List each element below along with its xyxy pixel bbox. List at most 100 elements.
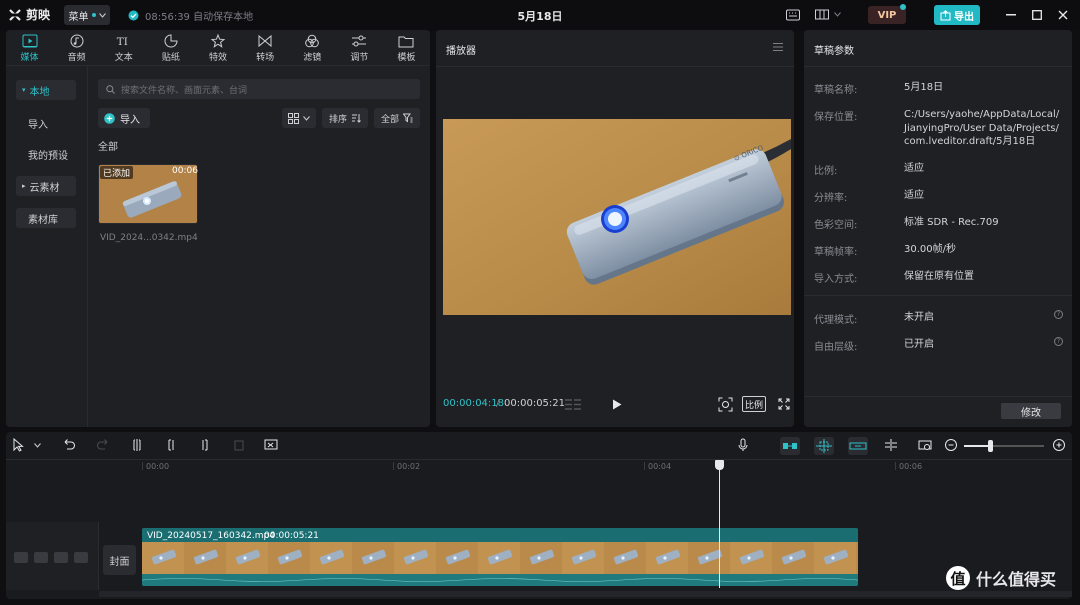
ruler-tick [895,462,896,470]
fullscreen-focus-icon[interactable] [718,397,733,412]
props-divider [804,396,1072,397]
select-cursor-icon[interactable] [12,438,26,452]
text-icon: TI [117,36,128,48]
timecode-separator: / [496,398,500,409]
tab-effects[interactable]: 特效 [194,30,241,66]
player-divider [436,66,794,67]
prop-value-ratio: 适应 [904,163,924,174]
playhead[interactable] [719,466,720,588]
hamburger-menu-icon[interactable] [772,41,784,53]
props-divider [804,66,1072,67]
split-icon[interactable] [130,438,144,452]
filter-button[interactable]: 全部 [374,108,420,128]
sidebar-item-presets[interactable]: 我的预设 [16,144,76,164]
timeline-view-icon[interactable] [564,398,582,411]
close-icon[interactable] [1058,10,1068,20]
modify-button[interactable]: 修改 [1001,403,1061,419]
template-icon [398,36,414,47]
prop-label-ratio: 比例: [814,166,838,177]
effects-icon [210,33,226,48]
tab-template[interactable]: 模板 [383,30,430,66]
tab-label: 文本 [114,52,133,63]
view-mode-button[interactable] [282,108,316,128]
prop-label-import-mode: 导入方式: [814,274,858,285]
media-tabs: 媒体 音频 TI 文本 贴纸 特效 转场 滤镜 调节 模板 [6,30,430,66]
prop-label-framerate: 草稿帧率: [814,247,858,258]
crop-screen-icon[interactable] [264,438,278,452]
fit-icon[interactable] [918,438,932,452]
menu-label: 菜单 [68,11,89,23]
save-status: 08:56:39 自动保存本地 [128,8,253,23]
microphone-icon[interactable] [736,438,750,452]
playhead-handle[interactable] [715,460,724,470]
trim-right-icon[interactable] [198,438,212,452]
layout-chevron-icon[interactable] [834,12,841,17]
timeline-scrollbar[interactable] [99,591,1072,597]
preview-axis-icon[interactable] [884,438,898,452]
prop-value-framerate: 30.00帧/秒 [904,244,956,255]
minimize-icon[interactable] [1006,14,1016,16]
transition-icon [258,34,272,47]
tab-text[interactable]: TI 文本 [100,30,147,66]
prop-value-colorspace: 标准 SDR - Rec.709 [904,217,999,228]
expand-icon[interactable] [778,398,790,410]
play-icon[interactable] [612,399,622,410]
ratio-button[interactable]: 比例 [742,396,766,412]
tab-sticker[interactable]: 贴纸 [147,30,194,66]
tab-label: 调节 [350,52,369,63]
sidebar-item-cloud[interactable]: ▸ 云素材 [16,176,76,196]
delete-icon [234,440,244,451]
video-frame-image: ⊙ ORICO [443,119,791,315]
prop-value-name: 5月18日 [904,82,944,93]
tab-media[interactable]: 媒体 [6,30,53,66]
search-input[interactable]: 搜索文件名称、画面元素、台词 [98,79,420,99]
keyboard-icon[interactable] [785,7,801,23]
draft-properties-panel: 草稿参数 草稿名称: 5月18日 保存位置: C:/Users/yaohe/Ap… [804,30,1072,427]
help-icon[interactable]: ? [1054,310,1063,319]
lock-icon[interactable] [34,552,48,563]
tab-audio[interactable]: 音频 [53,30,100,66]
watermark-text: 什么值得买 [976,570,1057,589]
tab-label: 滤镜 [303,52,322,63]
layout-icon[interactable] [814,7,830,23]
menu-button[interactable]: 菜单 [64,5,110,25]
prop-label-name: 草稿名称: [814,85,858,96]
maximize-icon[interactable] [1032,10,1042,20]
sidebar-item-import[interactable]: 导入 [16,113,76,133]
zoom-in-icon[interactable] [1052,438,1066,452]
tab-transition[interactable]: 转场 [242,30,289,66]
triangle-right-icon: ▸ [22,182,26,190]
volume-icon[interactable] [74,552,88,563]
chevron-down-icon[interactable] [34,443,41,448]
sort-icon [352,114,361,123]
linkage-icon [849,442,867,450]
ruler-label: 00:06 [899,462,923,471]
trim-left-icon[interactable] [164,438,178,452]
magnet-snap-button[interactable] [780,437,800,455]
auto-snap-button[interactable] [814,437,834,455]
undo-icon[interactable] [62,438,76,452]
sidebar-item-local[interactable]: ▾ 本地 [16,80,76,100]
cover-button[interactable]: 封面 [103,545,136,575]
chevron-down-icon [303,115,310,121]
track-video-icon[interactable] [14,552,28,563]
sidebar-item-library[interactable]: 素材库 [16,208,76,228]
tab-filter[interactable]: 滤镜 [289,30,336,66]
prop-value-layer: 已开启 [904,339,934,350]
import-button[interactable]: 导入 [98,108,150,128]
eye-icon[interactable] [54,552,68,563]
help-icon[interactable]: ? [1054,337,1063,346]
section-label: 全部 [98,142,118,153]
ruler-label: 00:02 [397,462,421,471]
prop-label-location: 保存位置: [814,112,858,123]
zoom-slider-knob[interactable] [988,440,993,452]
export-button[interactable]: 导出 [934,5,980,25]
sort-button[interactable]: 排序 [322,108,368,128]
filter-icon [305,34,320,47]
media-icon [22,34,38,47]
linkage-button[interactable] [848,437,868,455]
video-preview[interactable]: ⊙ ORICO [443,119,791,315]
prop-label-colorspace: 色彩空间: [814,220,858,231]
zoom-out-icon[interactable] [944,438,958,452]
tab-adjust[interactable]: 调节 [336,30,383,66]
